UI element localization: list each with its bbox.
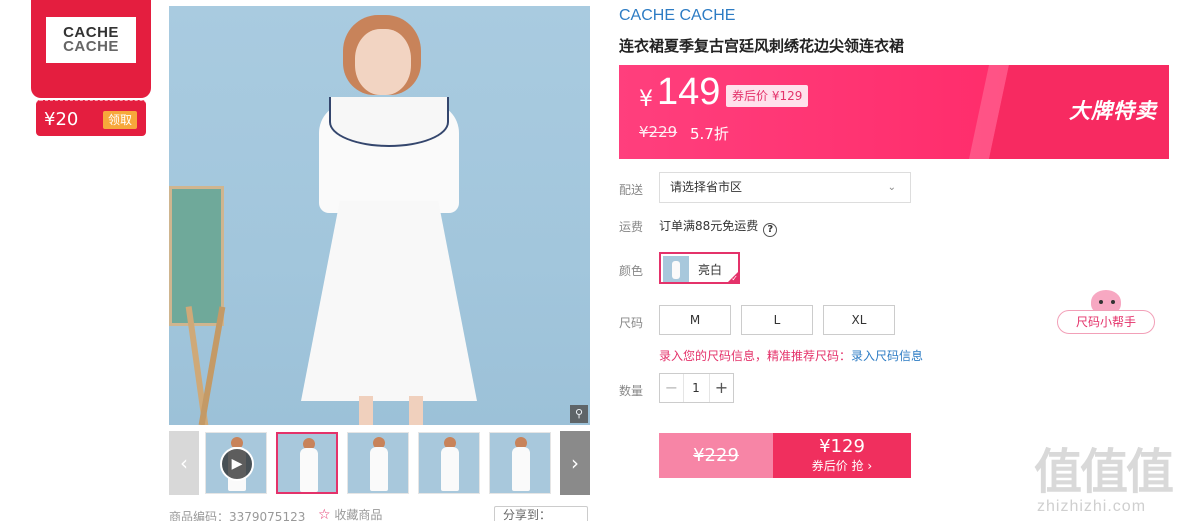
currency-symbol: ¥ bbox=[639, 87, 653, 112]
color-swatch bbox=[663, 256, 689, 282]
delivery-label: 配送 bbox=[619, 183, 644, 197]
coupon-amount: ¥20 bbox=[44, 109, 79, 130]
easel-illustration bbox=[169, 186, 239, 425]
size-label: 尺码 bbox=[619, 316, 644, 330]
favorite-button[interactable]: ☆ 收藏商品 bbox=[318, 506, 382, 521]
watermark-domain: zhizhizhi.com bbox=[1037, 498, 1147, 515]
star-icon: ☆ bbox=[318, 507, 331, 521]
product-page: CACHE CACHE ¥20 领取 ⚲ ‹ ▶ › 商品编码：33790751… bbox=[0, 0, 1185, 521]
model-figure bbox=[279, 11, 499, 425]
thumbnail-video[interactable]: ▶ bbox=[205, 432, 267, 494]
brand-logo[interactable]: CACHE CACHE bbox=[46, 17, 136, 63]
product-code: 商品编码：3379075123 bbox=[169, 510, 306, 521]
original-price: ¥229 bbox=[639, 123, 678, 141]
zoom-icon[interactable]: ⚲ bbox=[570, 405, 588, 423]
quantity-input[interactable]: 1 bbox=[684, 374, 708, 402]
chevron-down-icon: ⌄ bbox=[887, 182, 896, 193]
buy-coupon-price: ¥129 bbox=[819, 436, 865, 457]
size-helper-button[interactable]: 尺码小帮手 bbox=[1057, 290, 1155, 334]
discount-rate: 5.7折 bbox=[690, 125, 729, 143]
after-coupon-price: 券后价 ¥129 bbox=[726, 85, 809, 107]
size-helper-label: 尺码小帮手 bbox=[1057, 310, 1155, 334]
thumbnail-item[interactable] bbox=[347, 432, 409, 494]
product-title: 连衣裙夏季复古宫廷风刺绣花边尖领连衣裙 bbox=[619, 37, 905, 55]
size-option-m[interactable]: M bbox=[659, 305, 731, 335]
enter-size-link[interactable]: 录入尺码信息 bbox=[851, 349, 923, 363]
quantity-stepper: − 1 + bbox=[659, 373, 734, 403]
thumbnail-strip: ‹ ▶ › bbox=[169, 431, 590, 495]
favorite-label: 收藏商品 bbox=[334, 508, 383, 521]
brand-coupon-card: CACHE CACHE ¥20 领取 bbox=[31, 0, 151, 136]
buy-original-price[interactable]: ¥229 bbox=[659, 433, 773, 478]
size-tip: 录入您的尺码信息，精准推荐尺码：录入尺码信息 bbox=[659, 347, 923, 364]
buy-coupon-cta: 券后价 抢 › bbox=[811, 459, 873, 473]
color-option-label: 亮白 bbox=[698, 263, 723, 277]
claim-coupon-button[interactable]: 领取 bbox=[103, 111, 137, 129]
thumbnail-item[interactable] bbox=[489, 432, 551, 494]
current-price: 149 bbox=[657, 71, 721, 113]
brand-link[interactable]: CACHE CACHE bbox=[619, 7, 735, 25]
thumbnail-item[interactable] bbox=[418, 432, 480, 494]
share-dropdown[interactable]: 分享到： bbox=[494, 506, 588, 521]
color-label: 颜色 bbox=[619, 264, 644, 278]
region-select-value: 请选择省市区 bbox=[670, 180, 743, 194]
help-icon[interactable]: ? bbox=[763, 223, 778, 237]
share-label: 分享到： bbox=[503, 508, 552, 521]
thumb-next-button[interactable]: › bbox=[560, 431, 590, 495]
color-option-selected[interactable]: 亮白 ✓ bbox=[659, 252, 740, 284]
store-coupon[interactable]: ¥20 领取 bbox=[36, 100, 146, 136]
quantity-label: 数量 bbox=[619, 384, 644, 398]
play-icon[interactable]: ▶ bbox=[220, 447, 254, 481]
shipping-info: 订单满88元免运费? bbox=[659, 217, 778, 237]
region-select[interactable]: 请选择省市区 ⌄ bbox=[659, 172, 911, 203]
shipping-text: 订单满88元免运费 bbox=[659, 219, 759, 233]
thumb-prev-button[interactable]: ‹ bbox=[169, 431, 199, 495]
size-option-xl[interactable]: XL bbox=[823, 305, 895, 335]
brand-logo-line2: CACHE bbox=[63, 38, 119, 55]
brand-banner[interactable]: CACHE CACHE bbox=[31, 0, 151, 98]
buy-coupon-button[interactable]: ¥129 券后价 抢 › bbox=[773, 433, 911, 478]
promo-label: 大牌特卖 bbox=[1069, 99, 1157, 123]
product-main-image[interactable]: ⚲ bbox=[169, 6, 590, 425]
quantity-minus-button[interactable]: − bbox=[660, 374, 684, 402]
shipping-label: 运费 bbox=[619, 220, 644, 234]
quantity-plus-button[interactable]: + bbox=[709, 374, 733, 402]
watermark-logo: 值值值 bbox=[1034, 444, 1174, 500]
site-watermark: 值值值 zhizhizhi.com bbox=[1030, 432, 1180, 517]
size-option-l[interactable]: L bbox=[741, 305, 813, 335]
thumbnail-item[interactable] bbox=[276, 432, 338, 494]
size-tip-text: 录入您的尺码信息，精准推荐尺码： bbox=[659, 349, 852, 363]
price-banner: ¥ 149 券后价 ¥129 ¥229 5.7折 大牌特卖 bbox=[619, 65, 1169, 159]
